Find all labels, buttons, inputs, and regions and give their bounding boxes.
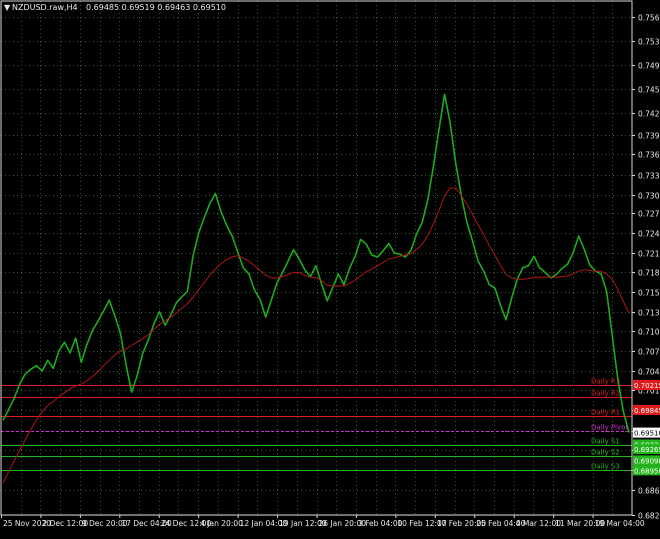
y-tick-label: 0.71300 xyxy=(638,309,660,318)
chart-background xyxy=(0,0,660,535)
price-tag: 0.68950 xyxy=(633,465,660,476)
y-tick-label: 0.71010 xyxy=(638,328,660,337)
chart-window[interactable]: Daily R3 Daily R2 Daily R1 Daily Pivot Daily… xyxy=(0,0,660,535)
y-tick-label: 0.73325 xyxy=(638,172,660,181)
price-tag: 0.69845 xyxy=(633,405,660,415)
level-label: Daily Pivot xyxy=(591,424,628,432)
x-tick-label: 19 Mar 04:00 xyxy=(595,519,645,528)
header-triangle-icon: ▼ xyxy=(4,3,11,12)
level-label: Daily R1 xyxy=(591,409,620,417)
price-tag: 0.69510 xyxy=(633,427,660,438)
price-tag-label: 0.69098 xyxy=(634,457,660,465)
price-chart[interactable]: Daily R3 Daily R2 Daily R1 Daily Pivot Daily… xyxy=(0,0,660,535)
price-tag-label: 0.69510 xyxy=(634,430,660,438)
y-tick-label: 0.74235 xyxy=(638,110,660,119)
y-tick-label: 0.72465 xyxy=(638,230,660,239)
price-tag: 0.70215 xyxy=(633,380,660,390)
price-tag-label: 0.68950 xyxy=(634,467,660,475)
y-tick-label: 0.70720 xyxy=(638,348,660,357)
y-tick-label: 0.72175 xyxy=(638,250,660,259)
y-tick-label: 0.75305 xyxy=(638,38,660,47)
y-tick-label: 0.73030 xyxy=(638,192,660,201)
level-label: Daily R3 xyxy=(591,378,620,386)
level-label: Daily S3 xyxy=(591,463,620,471)
chart-header: ▼ NZDUSD.raw,H4 0.69485 0.69519 0.69463 … xyxy=(4,3,226,12)
level-label: Daily S2 xyxy=(591,449,620,457)
y-tick-label: 0.71590 xyxy=(638,289,660,298)
y-tick-label: 0.74950 xyxy=(638,62,660,71)
y-tick-label: 0.73920 xyxy=(638,132,660,141)
price-tag: 0.69265 xyxy=(633,444,660,455)
ohlc-readout: 0.69485 0.69519 0.69463 0.69510 xyxy=(86,3,226,12)
price-tag-label: 0.69265 xyxy=(634,446,660,454)
x-tick-label: 3 Feb 04:00 xyxy=(358,519,403,528)
y-tick-label: 0.73635 xyxy=(638,151,660,160)
level-label: Daily R2 xyxy=(591,390,620,398)
y-tick-label: 0.74595 xyxy=(638,86,660,95)
y-tick-label: 0.68660 xyxy=(638,487,660,496)
y-tick-label: 0.70425 xyxy=(638,368,660,377)
y-tick-label: 0.71885 xyxy=(638,269,660,278)
level-label: Daily S1 xyxy=(591,438,620,446)
price-tag-label: 0.70215 xyxy=(634,382,660,390)
y-tick-label: 0.72755 xyxy=(638,210,660,219)
y-tick-label: 0.75665 xyxy=(638,14,660,23)
price-tag: 0.69098 xyxy=(633,455,660,466)
x-tick-label: 4 Jan 20:00 xyxy=(200,519,243,528)
symbol-title: NZDUSD.raw,H4 xyxy=(12,3,78,12)
price-tag-label: 0.69845 xyxy=(634,407,660,415)
